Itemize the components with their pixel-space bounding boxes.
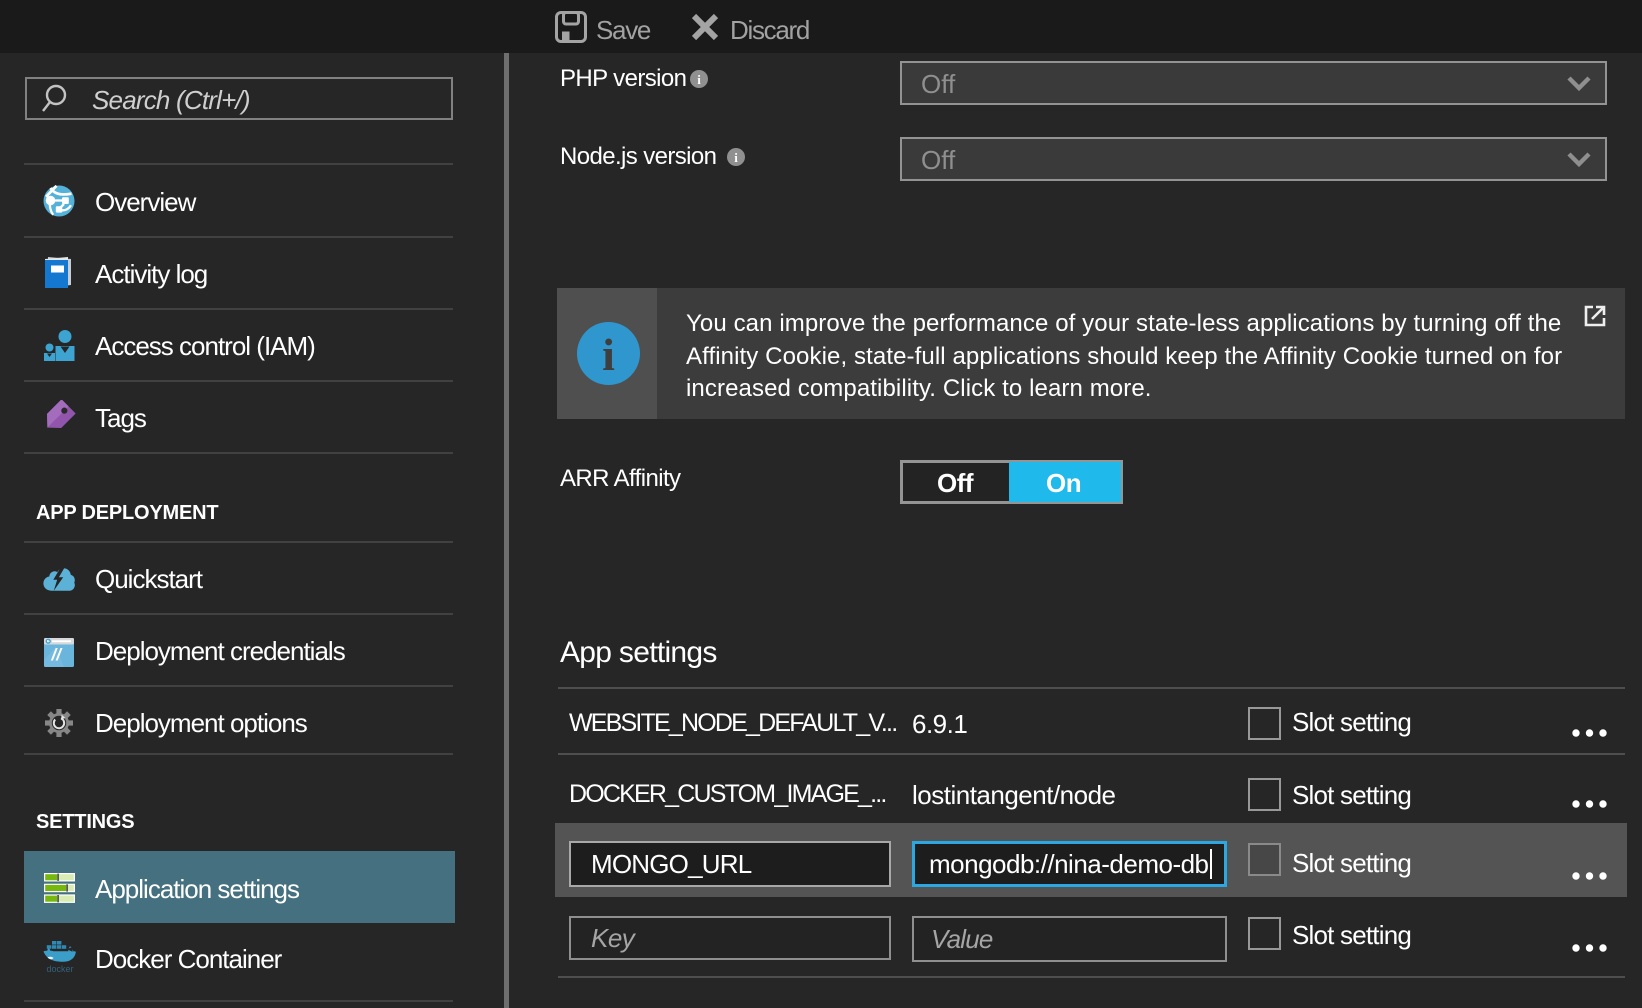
svg-text:i: i	[602, 329, 615, 380]
svg-text:i: i	[697, 72, 701, 87]
svg-text:docker: docker	[47, 964, 74, 974]
svg-text:i: i	[734, 150, 738, 165]
